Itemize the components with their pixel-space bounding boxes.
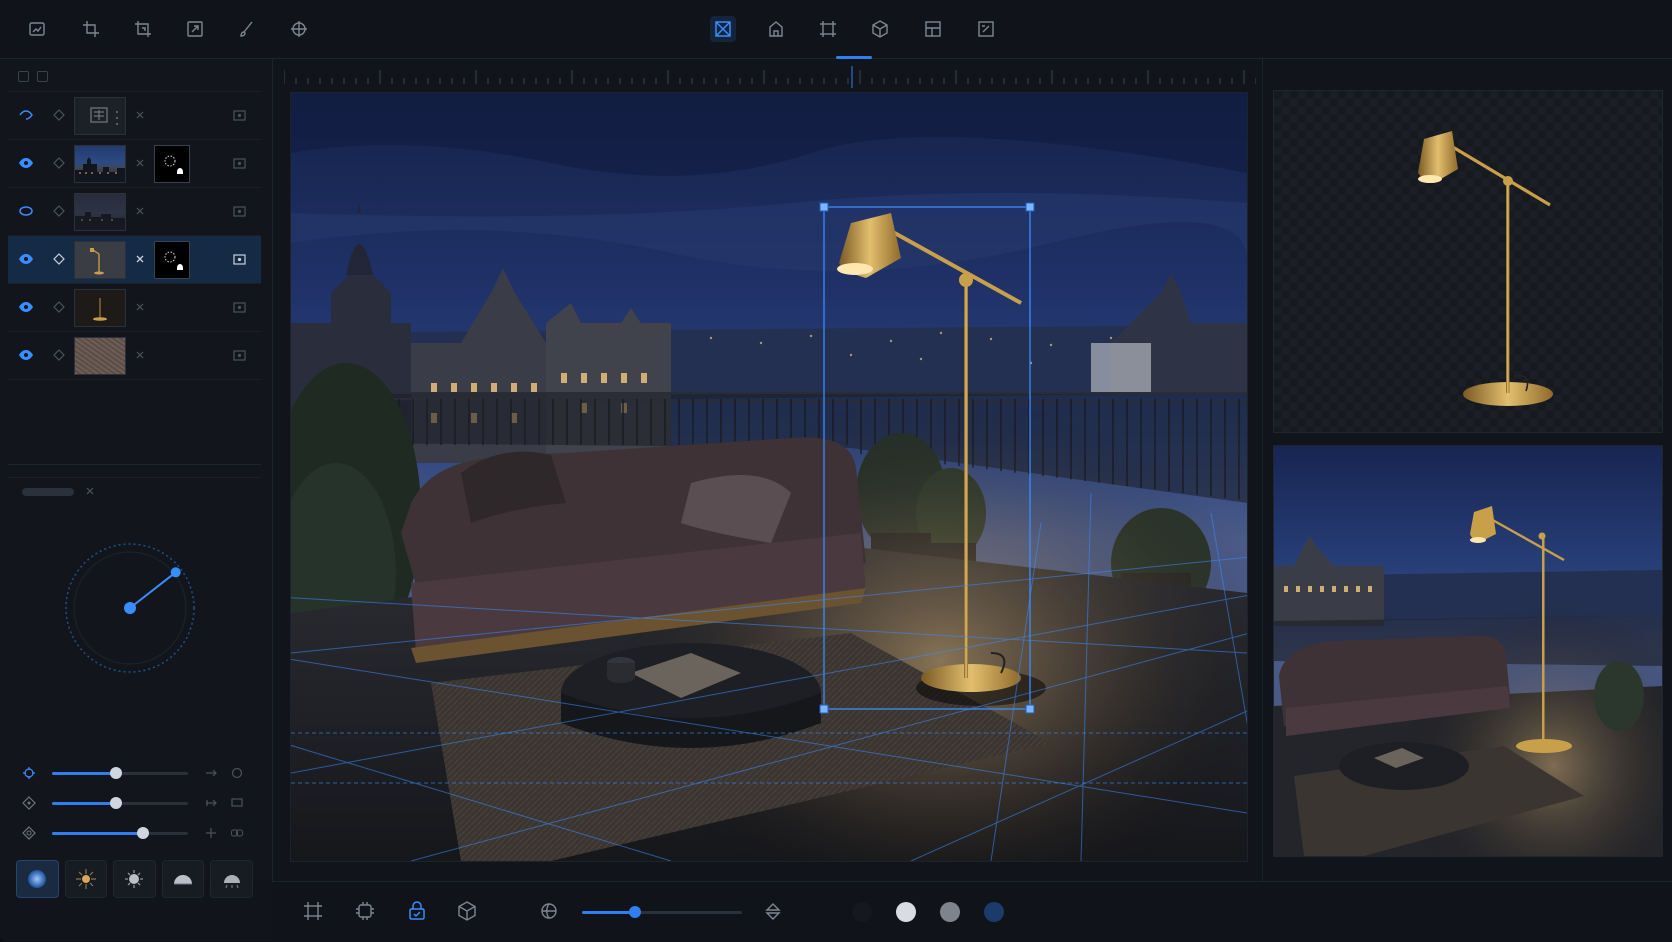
resize-icon[interactable] [182, 16, 208, 42]
lock-link-icon[interactable] [52, 156, 66, 170]
composite-preview[interactable] [1273, 445, 1663, 857]
layer-options-icon[interactable] [232, 108, 247, 123]
box-icon[interactable] [973, 16, 999, 42]
unlink-icon[interactable] [134, 301, 146, 313]
layer-row-selected[interactable] [8, 236, 261, 284]
visibility-icon[interactable] [18, 156, 34, 170]
active-tool-indicator [836, 56, 872, 59]
lock-link-icon[interactable] [52, 348, 66, 362]
visibility-icon[interactable] [18, 300, 34, 314]
color-swatch[interactable] [984, 902, 1004, 922]
expand-icon[interactable] [204, 766, 218, 780]
light-presets [16, 860, 253, 898]
unlink-icon[interactable] [134, 157, 146, 169]
intensity-slider[interactable] [8, 791, 261, 815]
visibility-off-icon[interactable] [18, 108, 34, 122]
unlink-icon[interactable] [134, 109, 146, 121]
layer-row[interactable] [8, 188, 261, 236]
transform-icon[interactable] [286, 16, 312, 42]
layer-row[interactable] [8, 92, 261, 140]
layout-icon[interactable] [920, 16, 946, 42]
softness-slider[interactable] [8, 821, 261, 845]
layer-options-icon[interactable] [232, 300, 247, 315]
unlink-icon[interactable] [134, 253, 146, 265]
layer-list [8, 91, 261, 380]
unlink-icon[interactable] [134, 349, 146, 361]
visibility-off-icon[interactable] [18, 204, 34, 218]
adjustment-icon [74, 97, 126, 135]
lock-link-icon[interactable] [52, 300, 66, 314]
panel-divider [8, 464, 261, 465]
app-window [0, 0, 1672, 942]
monitor-icon[interactable] [230, 796, 244, 810]
lock-link-icon[interactable] [52, 204, 66, 218]
city-dim-thumbnail [74, 193, 126, 231]
building-icon[interactable] [763, 16, 789, 42]
expand-icon[interactable] [204, 796, 218, 810]
panel-header [18, 69, 48, 83]
crop-alt-icon[interactable] [130, 16, 156, 42]
lock-link-icon[interactable] [52, 252, 66, 266]
layer-row[interactable] [8, 332, 261, 380]
moon-glow-icon[interactable] [16, 860, 59, 898]
light-controls [8, 477, 261, 898]
link-icon[interactable] [230, 826, 244, 840]
zoom-slider[interactable] [582, 906, 742, 918]
layer-row[interactable] [8, 140, 261, 188]
preview-panel [1262, 59, 1672, 881]
reset-icon[interactable] [230, 766, 244, 780]
cube-wire-icon[interactable] [456, 900, 480, 924]
fit-frame-icon[interactable] [302, 900, 326, 924]
cutout-preview[interactable] [1273, 90, 1663, 433]
layer-row[interactable] [8, 284, 261, 332]
close-icon[interactable] [84, 485, 96, 497]
cube-icon[interactable] [867, 16, 893, 42]
light-source-slider[interactable] [8, 761, 261, 785]
sun-icon[interactable] [113, 860, 156, 898]
horizontal-ruler [284, 66, 1256, 88]
color-swatch[interactable] [940, 902, 960, 922]
layer-options-icon[interactable] [232, 252, 247, 267]
ceiling-lamp-icon[interactable] [210, 860, 253, 898]
perspective-grid-icon[interactable] [538, 900, 562, 924]
image-edit-icon[interactable] [24, 16, 50, 42]
brush-icon[interactable] [234, 16, 260, 42]
light-angle-dial[interactable] [60, 538, 200, 678]
dome-light-icon[interactable] [161, 860, 205, 898]
color-swatch[interactable] [852, 902, 872, 922]
layer-options-icon[interactable] [232, 348, 247, 363]
select-region-icon[interactable] [354, 900, 378, 924]
top-toolbar [0, 0, 1672, 59]
color-swatch[interactable] [896, 902, 916, 922]
visibility-icon[interactable] [18, 252, 34, 266]
softness-icon [22, 826, 36, 840]
light-tab[interactable] [22, 488, 74, 496]
flip-vertical-icon[interactable] [762, 900, 786, 924]
layers-panel [0, 59, 273, 898]
crop-icon[interactable] [78, 16, 104, 42]
visibility-icon[interactable] [18, 348, 34, 362]
city-thumbnail [74, 145, 126, 183]
lock-icon[interactable] [406, 900, 430, 924]
layer-mask[interactable] [154, 241, 190, 279]
bottom-toolbar [272, 881, 1672, 942]
intensity-icon [22, 796, 36, 810]
layer-mask[interactable] [154, 145, 190, 183]
lock-link-icon[interactable] [52, 108, 66, 122]
frame-icon[interactable] [815, 16, 841, 42]
texture-thumbnail [74, 337, 126, 375]
lamp-thumbnail [74, 241, 126, 279]
perspective-icon[interactable] [710, 16, 736, 42]
main-canvas[interactable] [290, 92, 1248, 862]
lamp-small-thumbnail [74, 289, 126, 327]
sunburst-icon[interactable] [64, 860, 108, 898]
light-source-icon [23, 767, 35, 779]
unlink-icon[interactable] [134, 205, 146, 217]
layer-options-icon[interactable] [232, 204, 247, 219]
settings-icon[interactable] [37, 70, 48, 82]
collapse-icon[interactable] [18, 70, 29, 82]
add-icon[interactable] [204, 826, 218, 840]
layer-options-icon[interactable] [232, 156, 247, 171]
